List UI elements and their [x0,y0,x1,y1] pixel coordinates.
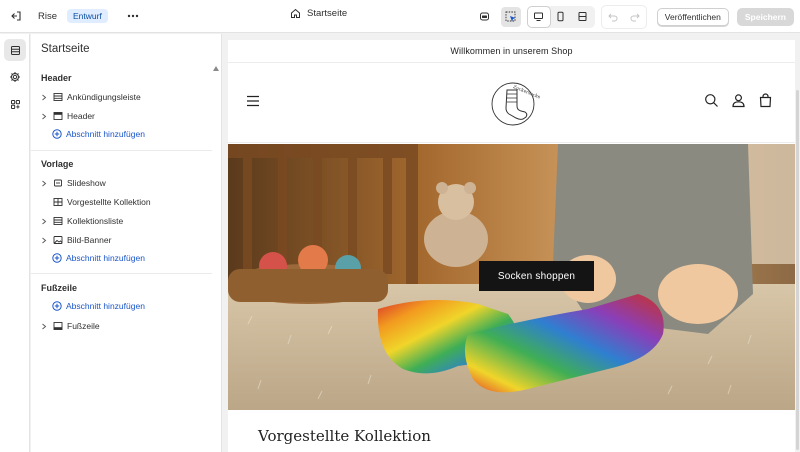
add-section-template-button[interactable]: Abschnitt hinzufügen [52,253,145,263]
chevron-right-icon[interactable] [39,237,49,244]
plus-circle-icon [52,301,62,311]
storefront-preview[interactable]: Willkommen in unserem Shop Zuckersocke S… [228,40,795,452]
fullscreen-preview-button[interactable] [572,7,594,27]
sidebar-title: Startseite [41,43,90,55]
undo-button[interactable] [603,7,623,27]
redo-icon [630,13,640,21]
undo-icon [608,13,618,21]
group-divider [31,273,212,274]
more-actions-button[interactable] [124,7,142,25]
mobile-preview-button[interactable] [550,7,572,27]
gear-icon [10,72,20,82]
search-icon[interactable] [704,93,719,110]
preview-scrollbar[interactable] [796,40,799,452]
redo-button[interactable] [625,7,645,27]
apps-icon [10,99,20,109]
add-section-label: Abschnitt hinzufügen [66,301,145,311]
top-bar: Rise Entwurf Startseite Veröffentlichen … [0,0,800,33]
shop-socks-button[interactable]: Socken shoppen [479,261,594,291]
section-item-label: Kollektionsliste [67,216,124,226]
group-title-template: Vorlage [41,159,74,169]
sections-nav-button[interactable] [4,39,26,61]
save-button[interactable]: Speichern [736,7,794,26]
hamburger-menu-icon[interactable] [246,95,260,109]
store-logo[interactable]: Zuckersocke [490,80,541,130]
editor-rail [0,34,30,452]
section-item-slideshow[interactable]: Slideshow [39,175,106,191]
history-controls [600,4,647,29]
sections-icon [10,45,20,55]
desktop-preview-button[interactable] [527,6,550,27]
chevron-right-icon[interactable] [39,113,49,120]
slideshow-hero-image[interactable]: Socken shoppen [228,144,795,410]
announcement-bar[interactable]: Willkommen in unserem Shop [228,40,795,63]
featured-collection-title: Vorgestellte Kollektion [258,427,431,445]
theme-name[interactable]: Rise [38,11,57,22]
header-layout-icon [52,110,64,122]
fullwidth-icon [578,12,587,21]
section-item-label: Bild-Banner [67,235,112,245]
rows-icon [52,215,64,227]
header-actions [704,93,773,110]
chevron-right-icon[interactable] [39,180,49,187]
publish-button[interactable]: Veröffentlichen [656,7,729,26]
apps-nav-button[interactable] [4,93,26,115]
chevron-right-icon[interactable] [39,323,49,330]
section-item-collection-list[interactable]: Kollektionsliste [39,213,123,229]
add-section-label: Abschnitt hinzufügen [66,253,145,263]
exit-button[interactable] [2,0,30,33]
group-divider [31,150,212,151]
page-selector[interactable]: Startseite [290,8,347,19]
add-section-header-button[interactable]: Abschnitt hinzufügen [52,129,145,139]
group-title-footer: Fußzeile [41,283,78,293]
plus-circle-icon [52,253,62,263]
draft-status-badge: Entwurf [67,9,108,23]
cart-icon[interactable] [758,93,773,110]
theme-settings-nav-button[interactable] [4,66,26,88]
section-item-label: Ankündigungsleiste [67,92,141,102]
plus-circle-icon [52,129,62,139]
desktop-icon [534,12,544,21]
rows-icon [52,91,64,103]
ellipsis-icon [127,14,139,18]
section-item-header[interactable]: Header [39,108,95,124]
footer-layout-icon [52,320,64,332]
scroll-up-arrow[interactable] [213,66,219,71]
section-item-announcement-bar[interactable]: Ankündigungsleiste [39,89,141,105]
inspector-toggle-button[interactable] [500,6,521,27]
image-icon [52,234,64,246]
app-embed-icon [480,12,490,21]
grid-icon [52,196,64,208]
mobile-icon [557,11,564,22]
section-item-label: Fußzeile [67,321,100,331]
account-icon[interactable] [731,93,746,110]
exit-icon [11,11,21,21]
app-embeds-button[interactable] [475,7,495,27]
page-selector-label: Startseite [307,8,348,19]
add-section-footer-button[interactable]: Abschnitt hinzufügen [52,301,145,311]
device-preview-toggle [526,5,595,28]
chevron-right-icon[interactable] [39,94,49,101]
section-item-image-banner[interactable]: Bild-Banner [39,232,111,248]
slideshow-icon [52,177,64,189]
cursor-select-icon [505,11,516,21]
sections-sidebar: Startseite Header Ankündigungsleiste Hea… [31,34,222,452]
section-item-label: Slideshow [67,178,106,188]
group-title-header: Header [41,73,72,83]
section-item-featured-collection[interactable]: Vorgestellte Kollektion [39,194,151,210]
section-item-footer[interactable]: Fußzeile [39,318,100,334]
scrollbar-thumb[interactable] [796,90,799,450]
section-item-label: Vorgestellte Kollektion [67,197,151,207]
add-section-label: Abschnitt hinzufügen [66,129,145,139]
chevron-right-icon[interactable] [39,218,49,225]
store-header[interactable]: Zuckersocke [228,63,795,143]
home-icon [291,8,300,18]
section-item-label: Header [67,111,95,121]
